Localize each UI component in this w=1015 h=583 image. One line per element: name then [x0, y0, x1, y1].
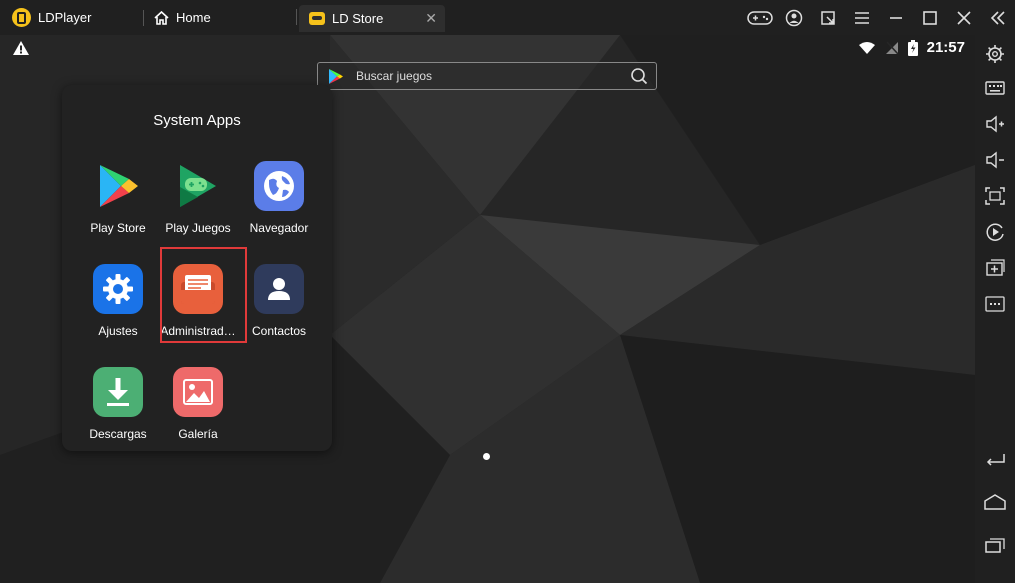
more-options-icon — [985, 296, 1005, 312]
back-button[interactable] — [975, 443, 1015, 473]
search-placeholder: Buscar juegos — [356, 69, 433, 83]
app-ajustes[interactable]: Ajustes — [77, 264, 159, 338]
resize-window-icon — [821, 10, 835, 25]
app-brand: LDPlayer — [0, 0, 143, 35]
volume-down-button[interactable] — [975, 145, 1015, 175]
shrink-button[interactable] — [811, 0, 845, 35]
record-button[interactable] — [975, 217, 1015, 247]
wifi-icon — [858, 41, 875, 54]
play-store-icon — [93, 161, 143, 211]
android-home-icon — [984, 494, 1006, 510]
warning-icon — [13, 41, 29, 55]
fullscreen-icon — [985, 187, 1005, 205]
account-button[interactable] — [777, 0, 811, 35]
back-arrow-icon — [986, 454, 1005, 466]
highlight-box — [160, 247, 247, 343]
record-video-icon — [986, 223, 1004, 241]
app-play-store[interactable]: Play Store — [77, 161, 159, 235]
close-tab-button[interactable]: ✕ — [425, 11, 437, 25]
status-clock: 21:57 — [926, 39, 965, 56]
ldplayer-logo-icon — [12, 8, 31, 27]
gallery-icon — [173, 367, 223, 417]
downloads-icon — [93, 367, 143, 417]
maximize-icon — [923, 10, 937, 25]
app-label: Navegador — [249, 221, 309, 235]
status-bar: 21:57 — [858, 39, 965, 56]
recent-apps-button[interactable] — [975, 530, 1015, 560]
collapse-sidebar-button[interactable] — [981, 0, 1015, 35]
fullscreen-button[interactable] — [975, 181, 1015, 211]
play-store-logo-icon — [329, 68, 343, 84]
home-icon — [154, 10, 169, 25]
more-options-button[interactable] — [975, 289, 1015, 319]
tab-separator — [296, 9, 297, 25]
app-play-juegos[interactable]: Play Juegos — [157, 161, 239, 235]
title-bar: LDPlayer Home LD Store ✕ — [0, 0, 1015, 35]
double-chevron-left-icon — [990, 10, 1005, 25]
tab-home[interactable]: Home — [144, 0, 223, 35]
android-screen: 21:57 Buscar juegos System Apps Play Sto… — [0, 35, 975, 583]
app-galeria[interactable]: Galería — [157, 367, 239, 441]
maximize-button[interactable] — [913, 0, 947, 35]
app-label: Ajustes — [98, 324, 138, 338]
app-navegador[interactable]: Navegador — [238, 161, 320, 235]
volume-up-icon — [986, 115, 1004, 133]
page-indicator — [483, 453, 490, 460]
recent-apps-icon — [985, 538, 1005, 553]
minimize-icon — [890, 16, 902, 19]
search-icon[interactable] — [630, 67, 648, 85]
user-account-icon — [785, 9, 803, 26]
app-name: LDPlayer — [38, 10, 92, 25]
contacts-icon — [254, 264, 304, 314]
keyboard-icon — [985, 81, 1005, 95]
tab-ld-store[interactable]: LD Store ✕ — [299, 5, 445, 32]
volume-up-button[interactable] — [975, 109, 1015, 139]
add-window-icon — [986, 259, 1005, 276]
gamepad-store-icon — [309, 12, 325, 25]
settings-icon — [93, 264, 143, 314]
tab-ld-store-label: LD Store — [332, 11, 384, 26]
browser-icon — [254, 161, 304, 211]
close-window-button[interactable] — [947, 0, 981, 35]
folder-title: System Apps — [153, 112, 241, 129]
settings-button[interactable] — [975, 39, 1015, 69]
menu-button[interactable] — [845, 0, 879, 35]
app-label: Contactos — [251, 324, 307, 338]
emulator-toolbar — [975, 35, 1015, 583]
home-button[interactable] — [975, 487, 1015, 517]
search-bar[interactable]: Buscar juegos — [317, 62, 657, 90]
gear-icon — [986, 45, 1004, 63]
gamepad-button[interactable] — [743, 0, 777, 35]
hamburger-menu-icon — [855, 11, 869, 24]
minimize-button[interactable] — [879, 0, 913, 35]
keyboard-button[interactable] — [975, 73, 1015, 103]
app-label: Descargas — [89, 427, 147, 441]
app-label: Play Store — [90, 221, 146, 235]
no-signal-icon — [885, 40, 899, 55]
close-icon — [957, 10, 971, 25]
app-descargas[interactable]: Descargas — [77, 367, 159, 441]
volume-down-icon — [986, 151, 1004, 169]
app-label: Play Juegos — [165, 221, 231, 235]
app-label: Galería — [178, 427, 218, 441]
window-controls — [743, 0, 1015, 35]
app-contactos[interactable]: Contactos — [238, 264, 320, 338]
tab-home-label: Home — [176, 10, 211, 25]
play-games-icon — [173, 161, 223, 211]
add-apk-button[interactable] — [975, 253, 1015, 283]
gamepad-icon — [747, 10, 773, 25]
battery-charging-icon — [907, 39, 918, 56]
